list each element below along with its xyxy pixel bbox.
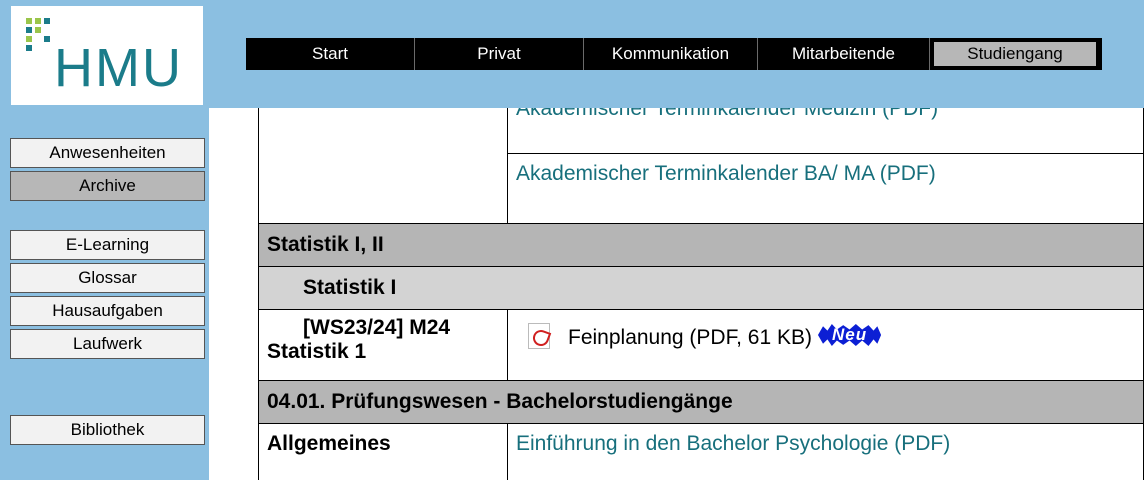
allgemeines-label: Allgemeines <box>258 423 508 480</box>
einfuehrung-bachelor-link[interactable]: Einführung in den Bachelor Psychologie (… <box>516 432 950 455</box>
subsection-header-statistik1: Statistik I <box>258 266 1144 310</box>
sidebar-item-laufwerk[interactable]: Laufwerk <box>10 329 205 359</box>
nav-mitarbeitende[interactable]: Mitarbeitende <box>758 38 930 70</box>
pdf-icon <box>528 323 550 349</box>
logo[interactable]: HMU <box>11 6 203 105</box>
sidebar-item-archive[interactable]: Archive <box>10 171 205 201</box>
table-row: Akademischer Terminkalender Medizin (PDF… <box>258 108 1144 224</box>
nav-start[interactable]: Start <box>246 38 415 70</box>
logo-text: HMU <box>54 38 183 98</box>
new-badge: Neu <box>817 324 882 346</box>
section-header-row: 04.01. Prüfungswesen - Bachelorstudiengä… <box>258 380 1144 424</box>
subsection-header-row: Statistik I <box>258 266 1144 310</box>
main-content: Akademischer Terminkalender Medizin (PDF… <box>209 108 1144 480</box>
sidebar-item-e-learning[interactable]: E-Learning <box>10 230 205 260</box>
section-header-statistik: Statistik I, II <box>258 223 1144 267</box>
table-cell: Akademischer Terminkalender Medizin (PDF… <box>507 108 1144 154</box>
table-row: Allgemeines Einführung in den Bachelor P… <box>258 423 1144 480</box>
table-cell: Akademischer Terminkalender BA/ MA (PDF) <box>507 153 1144 224</box>
table-cell-empty <box>258 108 508 224</box>
top-navigation: Start Privat Kommunikation Mitarbeitende… <box>246 38 1102 70</box>
table-cell: Einführung in den Bachelor Psychologie (… <box>507 423 1144 480</box>
table-cell: Feinplanung (PDF, 61 KB) Neu <box>507 309 1144 381</box>
terminkalender-ba-ma-link[interactable]: Akademischer Terminkalender BA/ MA (PDF) <box>516 162 936 185</box>
table-cell: [WS23/24] M24 Statistik 1 <box>258 309 508 381</box>
sidebar-item-hausaufgaben[interactable]: Hausaufgaben <box>10 296 205 326</box>
nav-kommunikation[interactable]: Kommunikation <box>584 38 758 70</box>
table-row: [WS23/24] M24 Statistik 1 Feinplanung (P… <box>258 309 1144 381</box>
sidebar-item-bibliothek[interactable]: Bibliothek <box>10 415 205 445</box>
section-header-pruefungswesen: 04.01. Prüfungswesen - Bachelorstudiengä… <box>258 380 1144 424</box>
nav-privat[interactable]: Privat <box>415 38 584 70</box>
feinplanung-link[interactable]: Feinplanung (PDF, 61 KB) <box>568 326 812 349</box>
section-header-row: Statistik I, II <box>258 223 1144 267</box>
course-label: [WS23/24] M24 Statistik 1 <box>267 316 451 363</box>
sidebar-item-glossar[interactable]: Glossar <box>10 263 205 293</box>
terminkalender-medizin-link[interactable]: Akademischer Terminkalender Medizin (PDF… <box>516 108 938 120</box>
nav-studiengang[interactable]: Studiengang <box>934 42 1096 66</box>
sidebar-item-anwesenheiten[interactable]: Anwesenheiten <box>10 138 205 168</box>
course-table: Akademischer Terminkalender Medizin (PDF… <box>258 108 1144 480</box>
